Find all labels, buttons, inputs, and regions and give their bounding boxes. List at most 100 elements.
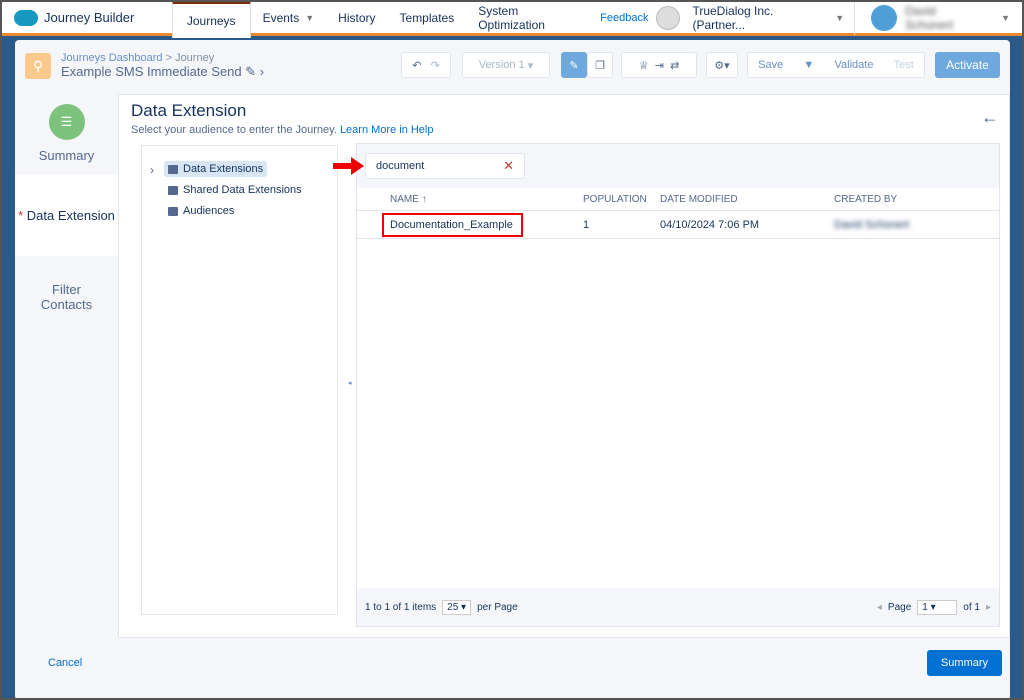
salesforce-cloud-icon bbox=[14, 9, 38, 26]
org-switcher[interactable]: TrueDialog Inc. (Partner... ▼ bbox=[692, 2, 856, 35]
cell-population: 1 bbox=[583, 219, 590, 231]
undo-icon[interactable]: ↶ bbox=[412, 59, 421, 72]
save-button[interactable]: Save bbox=[758, 59, 783, 71]
column-header-name[interactable]: NAME ↑ bbox=[390, 194, 427, 205]
sort-ascending-icon: ↑ bbox=[421, 194, 427, 205]
breadcrumb: Journeys Dashboard > Journey Example SMS… bbox=[61, 52, 265, 79]
app-name: Journey Builder bbox=[44, 10, 135, 25]
search-input[interactable]: document ✕ bbox=[365, 153, 525, 179]
journey-header: ⚲ Journeys Dashboard > Journey Example S… bbox=[15, 40, 1010, 92]
einstein-avatar bbox=[656, 5, 681, 30]
exit-icon[interactable]: ⇥ bbox=[655, 59, 664, 72]
tree-item-data-extensions[interactable]: Data Extensions bbox=[164, 161, 268, 177]
validate-button[interactable]: Validate bbox=[835, 59, 874, 71]
summary-button[interactable]: Summary bbox=[927, 650, 1002, 676]
steps-sidebar: ☰ Summary * Data Extension Filter Contact… bbox=[15, 92, 118, 338]
location-pin-icon: ⚲ bbox=[25, 53, 51, 79]
version-select[interactable]: Version 1 ▾ bbox=[462, 52, 550, 78]
copy-button[interactable]: ❐ bbox=[587, 52, 613, 78]
column-header-population[interactable]: POPULATION bbox=[583, 194, 647, 205]
back-arrow-icon[interactable]: ← bbox=[981, 107, 999, 128]
tree-item-audiences[interactable]: Audiences bbox=[164, 203, 238, 219]
feedback-link[interactable]: Feedback bbox=[600, 12, 648, 24]
table-row[interactable]: Documentation_Example 1 04/10/2024 7:06 … bbox=[357, 210, 999, 239]
org-name: TrueDialog Inc. (Partner... bbox=[692, 3, 774, 32]
folder-icon bbox=[168, 206, 178, 216]
collapse-handle-icon[interactable]: ◂ bbox=[348, 379, 352, 387]
next-page-icon[interactable]: ▸ bbox=[986, 602, 991, 613]
help-link[interactable]: Learn More in Help bbox=[340, 124, 434, 136]
trophy-icon[interactable]: ♕ bbox=[639, 59, 649, 72]
per-page-label: per Page bbox=[477, 601, 518, 613]
tab-history[interactable]: History bbox=[326, 2, 387, 35]
page-select[interactable]: 1 ▾ bbox=[917, 599, 958, 615]
app-frame: Journey Builder Journeys Events ▼ History… bbox=[2, 2, 1022, 698]
user-menu[interactable]: David Schonert ▼ bbox=[855, 4, 1022, 32]
clear-search-icon[interactable]: ✕ bbox=[503, 158, 514, 174]
tree-item-shared-data-extensions[interactable]: Shared Data Extensions bbox=[164, 182, 306, 198]
tree-label: Audiences bbox=[183, 205, 235, 217]
pagination: 1 to 1 of 1 items 25 ▾ per Page ◂ Page 1… bbox=[357, 588, 999, 626]
test-button[interactable]: Test bbox=[894, 59, 914, 71]
step-label: Summary bbox=[38, 147, 95, 163]
version-label: Version 1 bbox=[478, 59, 525, 71]
page-count: of 1 bbox=[963, 601, 980, 613]
journey-card: ⚲ Journeys Dashboard > Journey Example S… bbox=[15, 40, 1010, 698]
tab-system-optimization[interactable]: System Optimization bbox=[466, 2, 600, 35]
per-page-value: 25 bbox=[447, 601, 459, 613]
column-header-created-by[interactable]: CREATED BY bbox=[834, 194, 897, 205]
page-value: 1 bbox=[922, 601, 928, 613]
tab-events[interactable]: Events ▼ bbox=[251, 2, 327, 35]
step-label: Data Extension bbox=[26, 207, 115, 223]
caret-down-icon: ▼ bbox=[1001, 12, 1010, 23]
step-summary[interactable]: ☰ Summary bbox=[15, 92, 118, 174]
required-marker: * bbox=[18, 207, 24, 223]
step-data-extension[interactable]: * Data Extension bbox=[15, 174, 118, 256]
caret-down-icon: ▼ bbox=[305, 12, 315, 23]
footer: Cancel Summary bbox=[15, 640, 1010, 688]
prev-page-icon[interactable]: ◂ bbox=[877, 602, 882, 613]
undo-redo-group: ↶ ↷ bbox=[401, 52, 451, 78]
folder-icon bbox=[168, 164, 178, 174]
page-label: Page bbox=[887, 601, 912, 613]
journey-name: Example SMS Immediate Send bbox=[61, 64, 242, 79]
folder-icon bbox=[168, 185, 178, 195]
items-summary: 1 to 1 of 1 items bbox=[365, 601, 437, 613]
tab-label: Events bbox=[262, 10, 300, 25]
save-validate-group: Save ▼ Validate Test bbox=[747, 52, 925, 78]
tab-journeys[interactable]: Journeys bbox=[171, 2, 251, 38]
cell-created-by: David Schonert bbox=[834, 219, 910, 231]
tree-label: Data Extensions bbox=[183, 163, 264, 175]
gear-icon: ⚙▾ bbox=[714, 59, 730, 72]
app-logo: Journey Builder bbox=[2, 9, 172, 26]
per-page-select[interactable]: 25 ▾ bbox=[442, 599, 472, 615]
edit-mode-button[interactable]: ✎ bbox=[561, 52, 587, 78]
data-extension-panel: Data Extension Select your audience to e… bbox=[118, 94, 1010, 638]
column-header-date-modified[interactable]: DATE MODIFIED bbox=[660, 194, 738, 205]
tab-templates[interactable]: Templates bbox=[388, 2, 467, 35]
caret-down-icon: ▼ bbox=[835, 12, 845, 23]
tree-label: Shared Data Extensions bbox=[183, 184, 302, 196]
summary-list-icon: ☰ bbox=[48, 103, 85, 140]
cancel-button[interactable]: Cancel bbox=[48, 657, 82, 669]
panel-title: Data Extension bbox=[131, 101, 247, 120]
user-avatar-icon bbox=[871, 4, 898, 31]
header-label: NAME bbox=[390, 194, 419, 205]
step-label: Filter Contacts bbox=[40, 282, 93, 312]
caret-down-icon[interactable]: ▼ bbox=[803, 59, 814, 71]
top-nav: Journey Builder Journeys Events ▼ History… bbox=[2, 2, 1022, 38]
redo-icon[interactable]: ↷ bbox=[431, 59, 440, 72]
settings-button[interactable]: ⚙▾ bbox=[706, 52, 738, 78]
pencil-icon[interactable]: ✎ bbox=[245, 64, 256, 79]
copy-icon: ❐ bbox=[595, 59, 605, 72]
breadcrumb-dashboard-link[interactable]: Journeys Dashboard bbox=[61, 52, 163, 64]
search-value: document bbox=[376, 160, 425, 172]
step-filter-contacts[interactable]: Filter Contacts bbox=[15, 256, 118, 338]
export-icon[interactable]: ⇄ bbox=[670, 59, 679, 72]
chevron-right-icon[interactable]: › bbox=[260, 64, 264, 79]
activate-button[interactable]: Activate bbox=[935, 52, 1000, 78]
chevron-right-icon[interactable]: › bbox=[150, 163, 154, 177]
breadcrumb-current: Journey bbox=[175, 52, 215, 64]
cell-name[interactable]: Documentation_Example bbox=[390, 219, 513, 231]
results-table: NAME ↑ POPULATION DATE MODIFIED CREATED … bbox=[357, 188, 999, 588]
